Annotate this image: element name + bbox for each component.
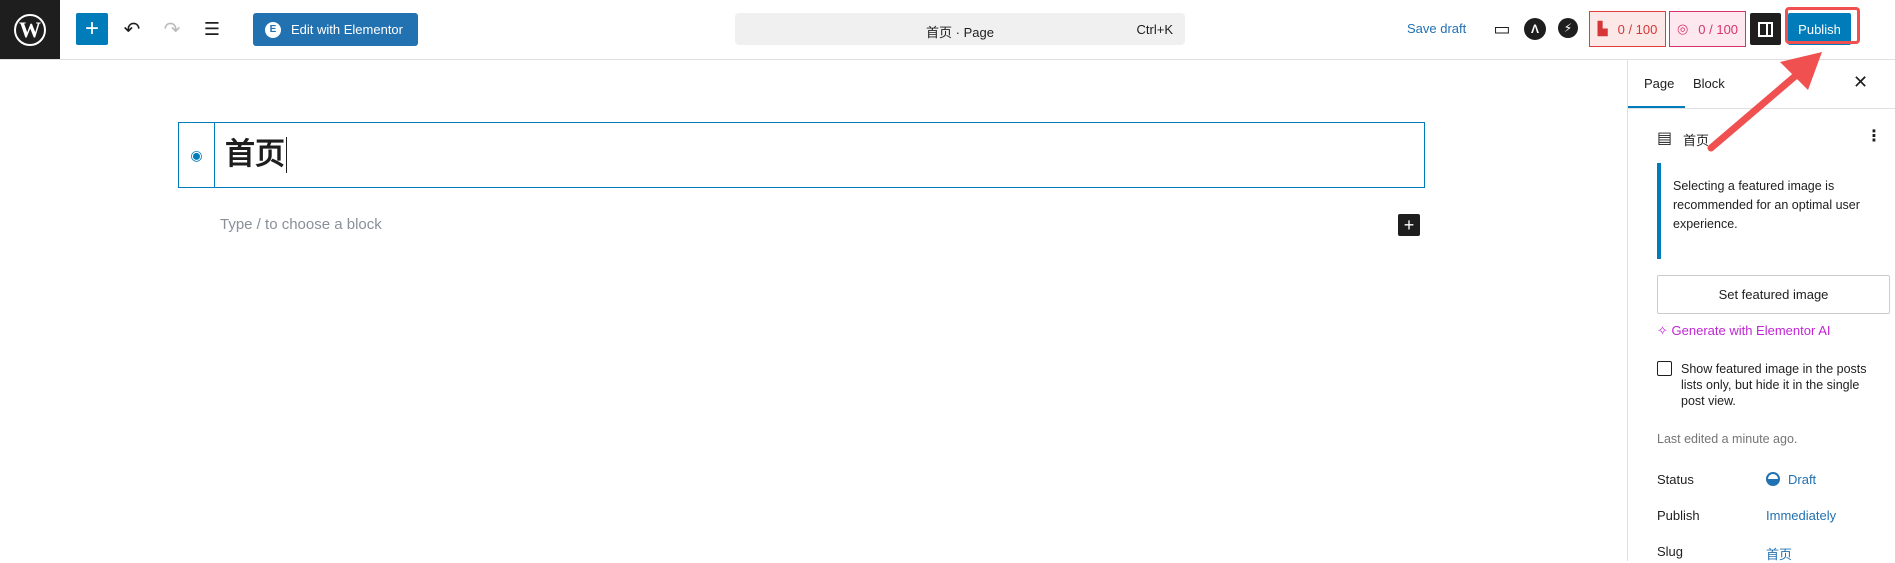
- annotation-arrow: [1707, 52, 1822, 152]
- edit-with-elementor-button[interactable]: E Edit with Elementor: [253, 13, 418, 46]
- readability-score-button[interactable]: ◎ 0 / 100: [1669, 11, 1746, 47]
- command-shortcut: Ctrl+K: [1136, 22, 1173, 37]
- astra-icon[interactable]: Λ: [1524, 18, 1546, 40]
- divider: [1628, 108, 1895, 109]
- close-icon[interactable]: ✕: [1853, 72, 1868, 93]
- readability-icon: ◎: [1676, 21, 1689, 36]
- post-title[interactable]: 首页: [225, 137, 287, 173]
- bolt-icon[interactable]: ⚡: [1558, 18, 1578, 38]
- sidebar-icon: [1758, 21, 1773, 37]
- preview-laptop-icon[interactable]: ▭: [1488, 13, 1516, 45]
- featured-image-notice: Selecting a featured image is recommende…: [1657, 163, 1889, 259]
- title-block[interactable]: ◉ 首页: [178, 122, 1425, 188]
- slug-value[interactable]: 首页: [1766, 544, 1792, 563]
- checkbox-label: Show featured image in the posts lists o…: [1681, 362, 1867, 408]
- settings-sidebar-toggle[interactable]: [1750, 13, 1781, 45]
- generate-elementor-ai-link[interactable]: ✧ Generate with Elementor AI: [1657, 323, 1831, 339]
- command-title: 首页 · Page: [926, 25, 994, 40]
- undo-icon[interactable]: ↶: [118, 13, 146, 45]
- editor-header: W + ↶ ↷ ☰ E Edit with Elementor 首页 · Page…: [0, 0, 1895, 60]
- status-label: Status: [1657, 472, 1694, 487]
- set-featured-image-button[interactable]: Set featured image: [1657, 275, 1890, 314]
- more-options-icon[interactable]: ⋮: [1866, 126, 1882, 146]
- wordpress-logo-button[interactable]: W: [0, 0, 60, 59]
- page-title: 首页: [1683, 133, 1710, 148]
- eye-icon[interactable]: ◉: [179, 123, 215, 187]
- status-text: Draft: [1788, 472, 1817, 487]
- elementor-label: Edit with Elementor: [291, 22, 403, 37]
- add-block-button[interactable]: +: [76, 13, 108, 45]
- generate-label: Generate with Elementor AI: [1671, 323, 1831, 338]
- draft-icon: [1766, 472, 1780, 486]
- elementor-icon: E: [265, 21, 281, 38]
- redo-icon[interactable]: ↷: [158, 13, 186, 45]
- settings-sidebar: Page Block ✕ ▤ 首页 ⋮ Selecting a featured…: [1627, 60, 1895, 563]
- sparkle-icon: ✧: [1657, 323, 1672, 338]
- tab-block[interactable]: Block: [1693, 76, 1725, 91]
- hide-featured-image-checkbox[interactable]: [1657, 361, 1672, 376]
- publish-date-value[interactable]: Immediately: [1766, 508, 1836, 523]
- readability-score: 0 / 100: [1698, 21, 1739, 37]
- chart-icon: ▙: [1597, 21, 1608, 36]
- command-palette[interactable]: 首页 · Page Ctrl+K: [735, 13, 1185, 45]
- publish-label: Publish: [1657, 508, 1700, 523]
- seo-score: 0 / 100: [1617, 21, 1658, 37]
- block-placeholder[interactable]: Type / to choose a block: [220, 216, 382, 233]
- wordpress-icon: W: [14, 13, 46, 46]
- page-icon: ▤: [1657, 130, 1673, 147]
- save-draft-button[interactable]: Save draft: [1407, 21, 1466, 36]
- list-view-icon[interactable]: ☰: [198, 13, 226, 45]
- tab-page[interactable]: Page: [1644, 76, 1674, 91]
- annotation-highlight-box: [1785, 7, 1860, 44]
- last-edited: Last edited a minute ago.: [1657, 432, 1798, 446]
- seo-score-button[interactable]: ▙ 0 / 100: [1589, 11, 1666, 47]
- block-inserter-button[interactable]: +: [1398, 214, 1420, 236]
- status-value[interactable]: Draft: [1766, 472, 1816, 487]
- slug-label: Slug: [1657, 544, 1684, 559]
